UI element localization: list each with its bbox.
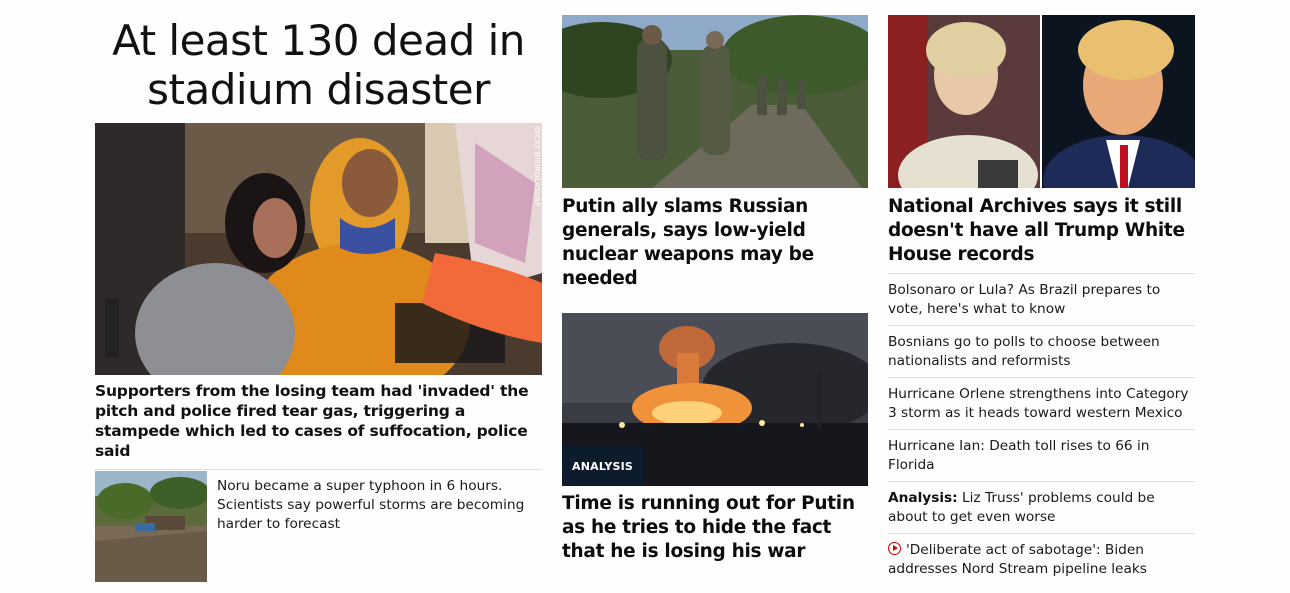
- list-item[interactable]: Hurricane Orlene strengthens into Catego…: [888, 378, 1195, 430]
- list-item-link[interactable]: Hurricane Orlene strengthens into Catego…: [888, 386, 1189, 421]
- sub-story[interactable]: Noru became a super typhoon in 6 hours. …: [95, 471, 542, 582]
- list-item[interactable]: Hurricane Ian: Death toll rises to 66 in…: [888, 430, 1195, 482]
- analysis-badge: ANALYSIS: [562, 446, 644, 486]
- trump-maloney-image[interactable]: [888, 15, 1195, 188]
- lead-story-image[interactable]: DICKY BISINGLASI/AP: [95, 123, 542, 375]
- list-item[interactable]: Analysis: Liz Truss' problems could be a…: [888, 482, 1195, 534]
- national-archives-headline[interactable]: National Archives says it still doesn't …: [888, 195, 1195, 274]
- list-item-link[interactable]: 'Deliberate act of sabotage': Biden addr…: [888, 542, 1147, 577]
- right-column: National Archives says it still doesn't …: [888, 15, 1195, 585]
- sub-story-link[interactable]: Noru became a super typhoon in 6 hours. …: [217, 477, 532, 582]
- putin-ally-headline[interactable]: Putin ally slams Russian generals, says …: [562, 195, 868, 313]
- list-item-link[interactable]: Bolsonaro or Lula? As Brazil prepares to…: [888, 282, 1160, 317]
- list-item-link[interactable]: Hurricane Ian: Death toll rises to 66 in…: [888, 438, 1149, 473]
- image-credit: DICKY BISINGLASI/AP: [533, 127, 541, 207]
- play-circle-icon: [888, 542, 901, 555]
- list-item[interactable]: Bolsonaro or Lula? As Brazil prepares to…: [888, 274, 1195, 326]
- list-item-link[interactable]: Bosnians go to polls to choose between n…: [888, 334, 1160, 369]
- soldiers-image[interactable]: [562, 15, 868, 188]
- list-item[interactable]: Bosnians go to polls to choose between n…: [888, 326, 1195, 378]
- explosion-image[interactable]: ANALYSIS: [562, 313, 868, 486]
- headline-list: Bolsonaro or Lula? As Brazil prepares to…: [888, 274, 1195, 585]
- lead-headline[interactable]: At least 130 dead in stadium disaster: [95, 14, 542, 123]
- analysis-label: Analysis:: [888, 490, 958, 506]
- list-item[interactable]: 'Deliberate act of sabotage': Biden addr…: [888, 534, 1195, 585]
- typhoon-thumbnail[interactable]: [95, 471, 207, 582]
- lead-caption-link[interactable]: Supporters from the losing team had 'inv…: [95, 381, 542, 470]
- lead-story-column: At least 130 dead in stadium disaster DI…: [95, 14, 542, 582]
- putin-analysis-headline[interactable]: Time is running out for Putin as he trie…: [562, 492, 868, 564]
- center-column: Putin ally slams Russian generals, says …: [562, 15, 868, 564]
